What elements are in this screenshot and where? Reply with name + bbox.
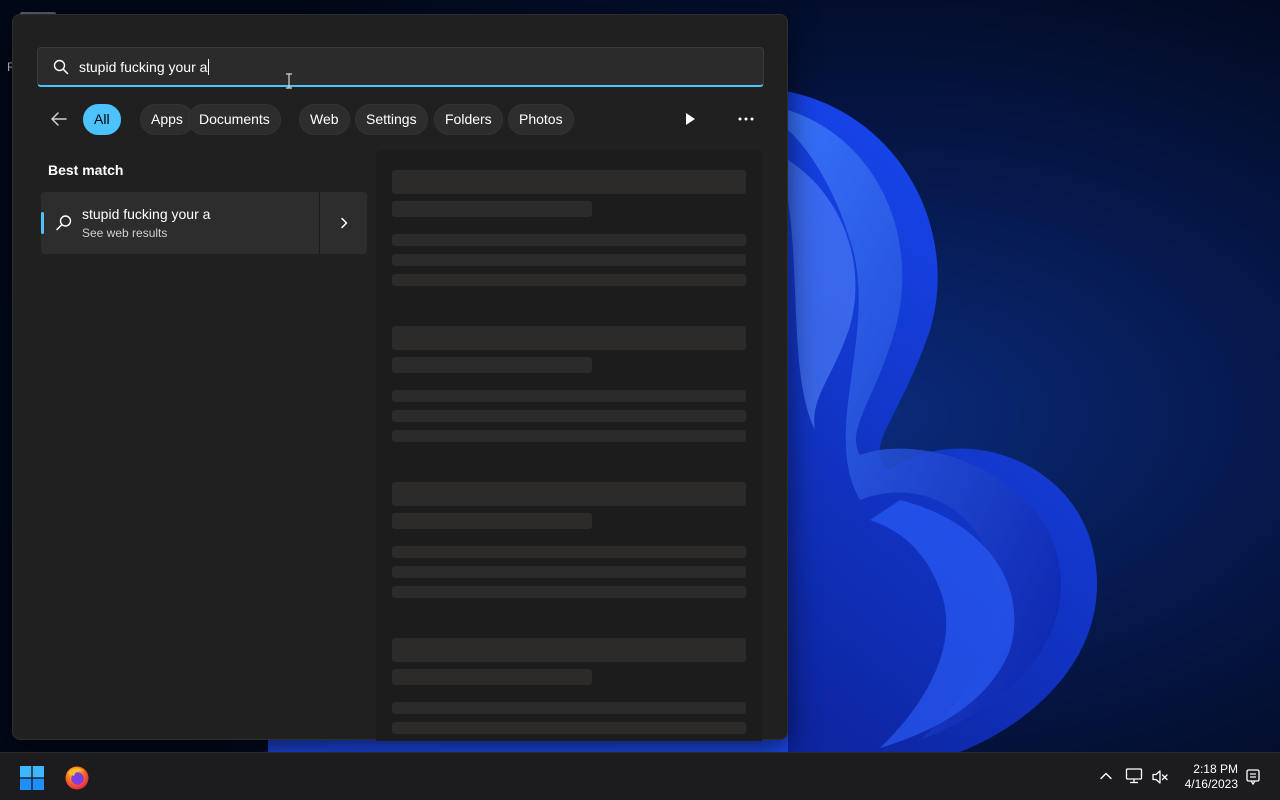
search-icon: [56, 215, 72, 231]
selection-indicator: [41, 212, 44, 234]
notifications-button[interactable]: [1245, 768, 1261, 791]
firefox-taskbar-button[interactable]: [64, 765, 90, 796]
skeleton-placeholder: [392, 586, 746, 598]
taskbar: 2:18 PM 4/16/2023: [0, 752, 1280, 800]
skeleton-placeholder: [392, 357, 592, 373]
filter-chip-settings[interactable]: Settings: [355, 104, 428, 135]
clock-time: 2:18 PM: [1193, 762, 1238, 776]
filter-chip-web[interactable]: Web: [299, 104, 350, 135]
skeleton-placeholder: [392, 513, 592, 529]
windows-start-icon: [20, 766, 44, 790]
skeleton-placeholder: [392, 170, 746, 194]
notification-icon: [1246, 769, 1260, 786]
result-subtitle: See web results: [82, 226, 168, 240]
start-button[interactable]: [20, 766, 44, 795]
play-button[interactable]: [683, 111, 697, 132]
play-icon: [686, 113, 695, 125]
result-title: stupid fucking your a: [82, 206, 211, 222]
more-horizontal-icon: [738, 117, 754, 121]
skeleton-placeholder: [392, 410, 746, 422]
show-hidden-icons-button[interactable]: [1099, 769, 1113, 788]
firefox-icon: [65, 766, 89, 790]
more-options-button[interactable]: [736, 109, 756, 129]
skeleton-placeholder: [392, 566, 746, 578]
filter-chip-documents[interactable]: Documents: [188, 104, 281, 135]
skeleton-placeholder: [392, 430, 746, 442]
network-icon: [1125, 768, 1143, 784]
skeleton-placeholder: [392, 638, 746, 662]
skeleton-placeholder: [392, 390, 746, 402]
skeleton-placeholder: [392, 722, 746, 734]
filter-bar: All Apps Documents Web Settings Folders …: [39, 103, 769, 137]
network-button[interactable]: [1125, 767, 1143, 790]
search-input[interactable]: stupid fucking your a: [37, 47, 764, 87]
skeleton-placeholder: [392, 702, 746, 714]
skeleton-placeholder: [392, 234, 746, 246]
skeleton-placeholder: [392, 274, 746, 286]
arrow-left-icon: [51, 112, 67, 126]
preview-pane-loading: [376, 150, 762, 741]
skeleton-placeholder: [392, 326, 746, 350]
filter-chip-all[interactable]: All: [83, 104, 121, 135]
skeleton-placeholder: [392, 482, 746, 506]
chevron-up-icon: [1100, 772, 1112, 780]
chevron-right-icon: [341, 217, 348, 229]
clock-date: 4/16/2023: [1184, 777, 1238, 791]
mouse-ibeam-cursor-icon: [286, 73, 292, 89]
back-button[interactable]: [49, 109, 73, 131]
search-icon: [53, 59, 69, 75]
search-flyout: stupid fucking your a All Apps Documents…: [12, 14, 788, 741]
best-match-heading: Best match: [48, 162, 124, 178]
filter-chip-folders[interactable]: Folders: [434, 104, 503, 135]
volume-button[interactable]: [1151, 768, 1169, 791]
skeleton-placeholder: [392, 254, 746, 266]
skeleton-placeholder: [392, 201, 592, 217]
filter-chip-apps[interactable]: Apps: [140, 104, 194, 135]
filter-chip-photos[interactable]: Photos: [508, 104, 574, 135]
skeleton-placeholder: [392, 546, 746, 558]
skeleton-placeholder: [392, 669, 592, 685]
text-caret: [208, 59, 210, 75]
best-match-result[interactable]: stupid fucking your a See web results: [41, 192, 319, 254]
search-query-text: stupid fucking your a: [79, 59, 210, 75]
volume-muted-icon: [1152, 770, 1168, 784]
open-result-button[interactable]: [319, 192, 367, 254]
taskbar-clock[interactable]: 2:18 PM 4/16/2023: [1176, 762, 1238, 792]
